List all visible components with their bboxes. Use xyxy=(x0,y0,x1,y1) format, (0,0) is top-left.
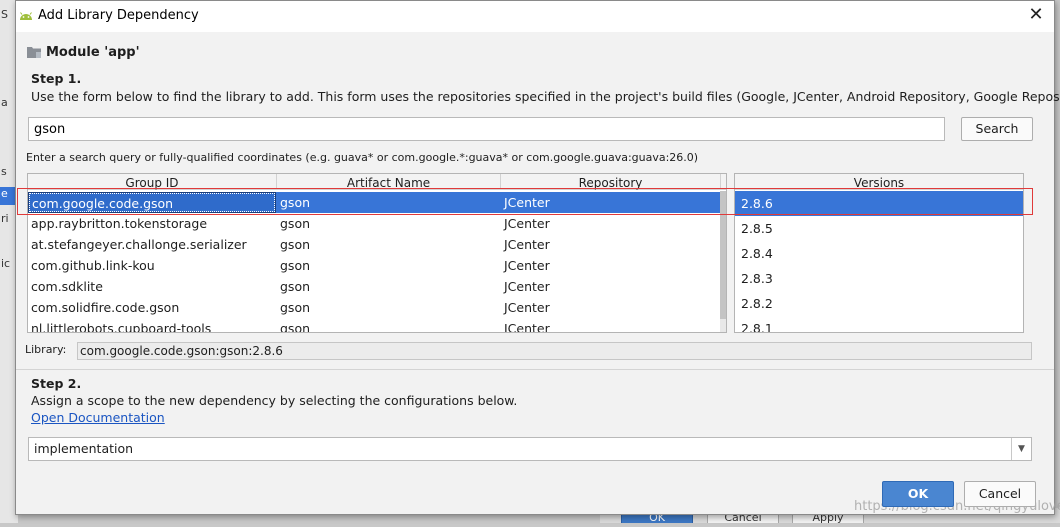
add-library-dependency-dialog: Add Library Dependency ✕ Module 'app' St… xyxy=(15,0,1060,515)
column-header-versions[interactable]: Versions xyxy=(735,174,1023,190)
group-id-cell: nl.littlerobots.cupboard-tools xyxy=(31,321,212,333)
library-label: Library: xyxy=(25,343,67,356)
title-bar: Add Library Dependency ✕ xyxy=(16,1,1054,32)
group-id-cell: at.stefangeyer.challonge.serializer xyxy=(31,237,247,252)
repository-cell: JCenter xyxy=(504,279,550,294)
step1-heading: Step 1. xyxy=(31,71,82,86)
repository-cell: JCenter xyxy=(504,195,550,210)
library-coordinate-field: com.google.code.gson:gson:2.8.6 xyxy=(77,342,1032,360)
open-documentation-link[interactable]: Open Documentation xyxy=(31,410,165,425)
table-row[interactable]: com.github.link-kou gson JCenter xyxy=(28,255,720,276)
results-table: Group ID Artifact Name Repository com.go… xyxy=(27,173,727,333)
table-row[interactable]: com.solidfire.code.gson gson JCenter xyxy=(28,297,720,318)
cancel-button[interactable]: Cancel xyxy=(964,481,1036,507)
module-name: Module 'app' xyxy=(46,45,140,60)
version-item[interactable]: 2.8.3 xyxy=(735,266,1023,291)
version-item[interactable]: 2.8.5 xyxy=(735,216,1023,241)
version-item[interactable]: 2.8.4 xyxy=(735,241,1023,266)
search-input[interactable] xyxy=(28,117,945,141)
scope-value: implementation xyxy=(34,441,134,456)
results-scrollbar-thumb[interactable] xyxy=(720,191,726,319)
ok-button[interactable]: OK xyxy=(882,481,954,507)
table-row[interactable]: com.google.code.gson gson JCenter xyxy=(28,192,720,213)
group-id-cell: com.github.link-kou xyxy=(31,258,155,273)
column-header-artifact-name[interactable]: Artifact Name xyxy=(277,174,501,190)
artifact-cell: gson xyxy=(280,300,311,315)
step2-description: Assign a scope to the new dependency by … xyxy=(31,393,518,408)
step1-description: Use the form below to find the library t… xyxy=(31,89,1060,104)
artifact-cell: gson xyxy=(280,216,311,231)
table-header: Group ID Artifact Name Repository xyxy=(28,174,726,190)
android-icon xyxy=(18,9,34,24)
repository-cell: JCenter xyxy=(504,216,550,231)
group-id-cell: com.google.code.gson xyxy=(28,192,276,213)
repository-cell: JCenter xyxy=(504,237,550,252)
version-item[interactable]: 2.8.1 xyxy=(735,316,1023,332)
artifact-cell: gson xyxy=(280,321,311,333)
repository-cell: JCenter xyxy=(504,300,550,315)
table-row[interactable]: com.sdklite gson JCenter xyxy=(28,276,720,297)
table-row[interactable]: at.stefangeyer.challonge.serializer gson… xyxy=(28,234,720,255)
table-row[interactable]: nl.littlerobots.cupboard-tools gson JCen… xyxy=(28,318,720,333)
artifact-cell: gson xyxy=(280,258,311,273)
close-icon[interactable]: ✕ xyxy=(1026,5,1046,25)
table-row[interactable]: app.raybritton.tokenstorage gson JCenter xyxy=(28,213,720,234)
module-folder-icon xyxy=(27,46,41,62)
search-hint: Enter a search query or fully-qualified … xyxy=(26,151,699,164)
section-divider xyxy=(16,369,1054,370)
scope-dropdown[interactable]: implementation ▼ xyxy=(28,437,1032,461)
artifact-cell: gson xyxy=(280,195,311,210)
search-button[interactable]: Search xyxy=(961,117,1033,141)
repository-cell: JCenter xyxy=(504,321,550,333)
artifact-cell: gson xyxy=(280,279,311,294)
repository-cell: JCenter xyxy=(504,258,550,273)
column-header-group-id[interactable]: Group ID xyxy=(28,174,277,190)
group-id-cell: app.raybritton.tokenstorage xyxy=(31,216,208,231)
version-item[interactable]: 2.8.6 xyxy=(735,191,1023,216)
group-id-cell: com.sdklite xyxy=(31,279,103,294)
module-label: Module 'app' xyxy=(27,45,140,62)
version-item[interactable]: 2.8.2 xyxy=(735,291,1023,316)
chevron-down-icon[interactable]: ▼ xyxy=(1011,438,1031,460)
artifact-cell: gson xyxy=(280,237,311,252)
column-header-repository[interactable]: Repository xyxy=(501,174,721,190)
step2-heading: Step 2. xyxy=(31,376,82,391)
results-scrollbar[interactable] xyxy=(720,191,726,332)
group-id-cell: com.solidfire.code.gson xyxy=(31,300,180,315)
versions-list: Versions 2.8.6 2.8.5 2.8.4 2.8.3 2.8.2 2… xyxy=(734,173,1024,333)
dialog-title: Add Library Dependency xyxy=(38,8,199,23)
versions-header: Versions xyxy=(735,174,1023,190)
